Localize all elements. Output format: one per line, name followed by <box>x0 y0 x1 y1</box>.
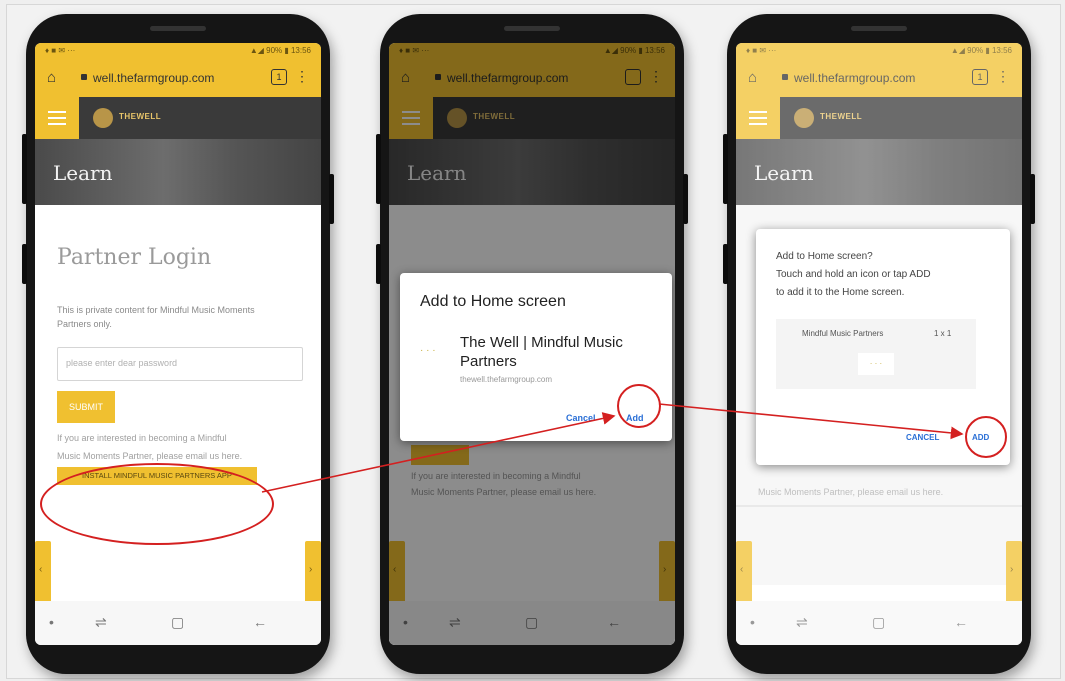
highlight-circle-add <box>617 384 661 428</box>
next-slide-button[interactable]: › <box>305 541 321 603</box>
back-icon[interactable]: ← <box>253 614 267 630</box>
nav-dot-icon[interactable]: • <box>49 614 54 630</box>
status-icons-left: ♦ ■ ✉ ··· <box>45 46 76 55</box>
cancel-button[interactable]: Cancel <box>566 413 596 423</box>
android-nav-bar: • ⇌ ▢ ← <box>35 601 321 645</box>
speaker-grille <box>504 26 560 31</box>
home-icon[interactable]: ⌂ <box>47 70 56 85</box>
hero-title: Learn <box>53 161 113 185</box>
widget-icon: · · · <box>858 353 894 375</box>
more-vert-icon[interactable]: ⋮ <box>295 69 309 83</box>
widget-size: 1 x 1 <box>934 329 952 338</box>
cancel-button[interactable]: CANCEL <box>906 433 939 442</box>
dialog-text-line-2: Touch and hold an icon or tap ADD <box>776 269 931 280</box>
chevron-right-icon: › <box>309 564 313 575</box>
status-bar: ♦ ■ ✉ ··· ▲◢ 90% ▮ 13:56 <box>35 43 321 59</box>
phone-screen: ♦ ■ ✉ ··· ▲◢ 90% ▮ 13:56 ⌂ well.thefarmg… <box>736 43 1022 645</box>
partner-info-line-2: Music Moments Partner, please email us h… <box>57 451 243 461</box>
phone-login: ♦ ■ ✉ ··· ▲◢ 90% ▮ 13:56 ⌂ well.thefarmg… <box>22 14 334 674</box>
phone-screen: ♦ ■ ✉ ··· ▲◢ 90% ▮ 13:56 ⌂ well.thefarmg… <box>389 43 675 645</box>
phone-add-dialog: ♦ ■ ✉ ··· ▲◢ 90% ▮ 13:56 ⌂ well.thefarmg… <box>376 14 688 674</box>
dialog-text-line-3: to add it to the Home screen. <box>776 287 905 298</box>
hero-banner: Learn <box>35 139 321 205</box>
browser-toolbar: ⌂ well.thefarmgroup.com 1 ⋮ <box>35 59 321 97</box>
highlight-circle-install <box>40 463 274 545</box>
dialog-title: Add to Home screen <box>420 293 566 310</box>
recent-apps-icon[interactable]: ⇌ <box>95 614 107 631</box>
prev-slide-button[interactable]: ‹ <box>35 541 51 603</box>
login-description: This is private content for Mindful Musi… <box>57 305 255 329</box>
partner-info-line-1: If you are interested in becoming a Mind… <box>57 433 227 443</box>
nav-home-icon[interactable]: ▢ <box>171 614 184 631</box>
tab-switcher-button[interactable]: 1 <box>271 69 287 85</box>
password-placeholder: please enter dear password <box>66 358 178 368</box>
speaker-grille <box>150 26 206 31</box>
submit-button[interactable]: SUBMIT <box>57 391 115 423</box>
phone-screen: ♦ ■ ✉ ··· ▲◢ 90% ▮ 13:56 ⌂ well.thefarmg… <box>35 43 321 645</box>
app-url: thewell.thefarmgroup.com <box>460 375 553 384</box>
phone-widget-dialog: ♦ ■ ✉ ··· ▲◢ 90% ▮ 13:56 ⌂ well.thefarmg… <box>723 14 1035 674</box>
widget-name: Mindful Music Partners <box>802 329 884 338</box>
page-title: Partner Login <box>57 245 212 270</box>
logo-icon[interactable] <box>93 108 113 128</box>
site-header: THEWELL <box>35 97 321 139</box>
highlight-circle-add-widget <box>965 416 1007 458</box>
url-field[interactable]: well.thefarmgroup.com <box>93 71 214 85</box>
speaker-grille <box>851 26 907 31</box>
dialog-text-line-1: Add to Home screen? <box>776 251 873 262</box>
app-name: The Well | Mindful Music Partners <box>460 334 623 370</box>
lock-icon <box>81 74 87 80</box>
password-input[interactable]: please enter dear password <box>57 347 303 381</box>
status-icons-right: ▲◢ 90% ▮ 13:56 <box>249 46 311 55</box>
hamburger-menu-icon[interactable] <box>35 97 79 139</box>
site-brand[interactable]: THEWELL <box>119 112 161 121</box>
chevron-left-icon: ‹ <box>39 564 43 575</box>
widget-preview[interactable]: Mindful Music Partners 1 x 1 · · · <box>776 319 976 389</box>
app-icon: · · · <box>420 345 436 356</box>
